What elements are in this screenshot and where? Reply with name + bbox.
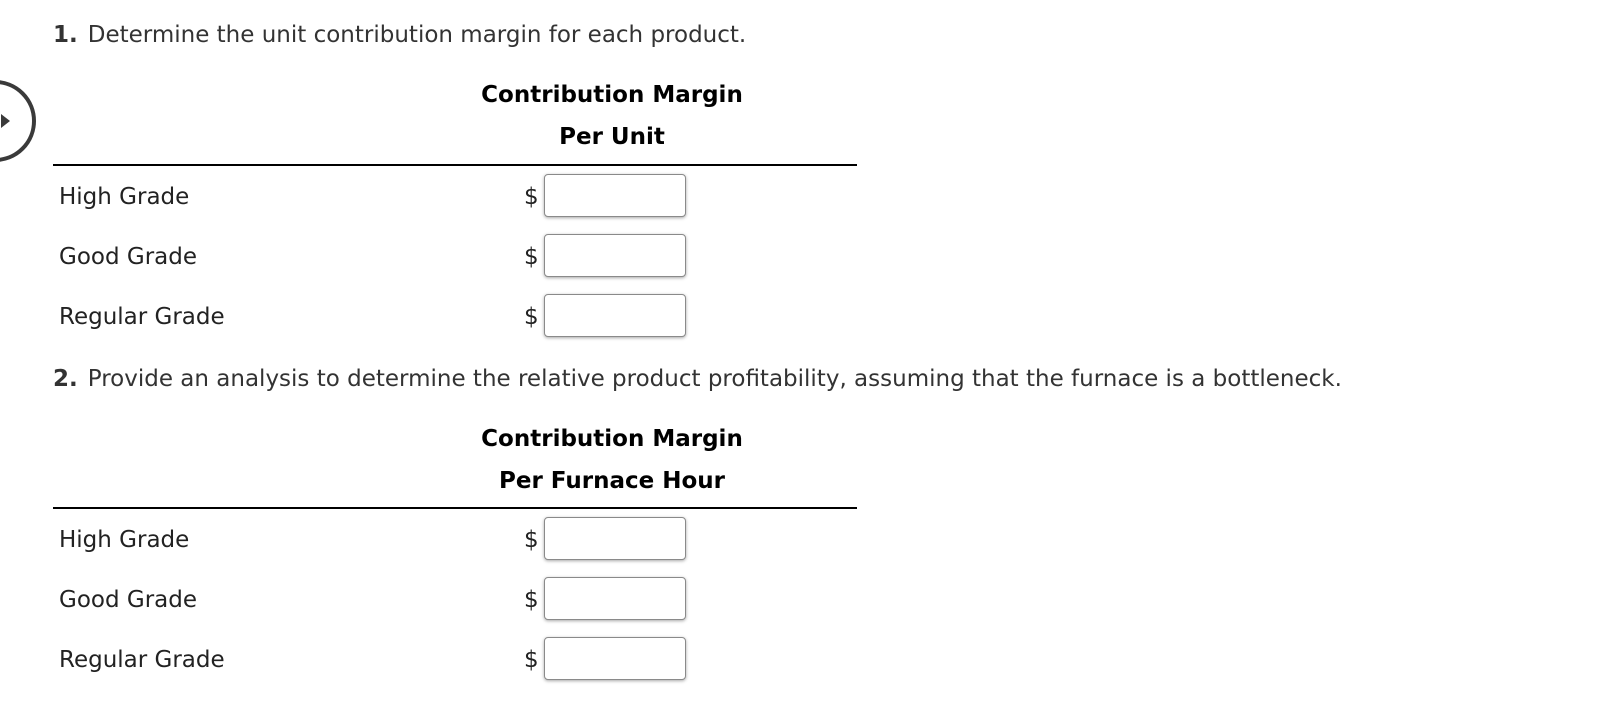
q2-column-header-line1: Contribution Margin xyxy=(481,426,743,452)
next-arrow-button[interactable] xyxy=(0,80,36,162)
question-2-text: Provide an analysis to determine the rel… xyxy=(87,366,1342,392)
q2-currency-symbol: $ xyxy=(524,587,539,613)
q1-header-divider xyxy=(53,164,857,166)
q2-currency-symbol: $ xyxy=(524,527,539,553)
q1-column-header-line2: Per Unit xyxy=(559,124,665,150)
q1-row-label-good-grade: Good Grade xyxy=(59,244,197,270)
question-1-number: 1. xyxy=(53,22,78,48)
q2-header-divider xyxy=(53,507,857,509)
q1-good-grade-input[interactable] xyxy=(544,234,686,277)
q1-regular-grade-input[interactable] xyxy=(544,294,686,337)
q2-row-label-high-grade: High Grade xyxy=(59,527,190,553)
q2-good-grade-input[interactable] xyxy=(544,577,686,620)
q2-regular-grade-input[interactable] xyxy=(544,637,686,680)
q1-currency-symbol: $ xyxy=(524,184,539,210)
question-2-number: 2. xyxy=(53,366,78,392)
q2-high-grade-input[interactable] xyxy=(544,517,686,560)
q2-currency-symbol: $ xyxy=(524,647,539,673)
q1-column-header-line1: Contribution Margin xyxy=(481,82,743,108)
q2-row-label-good-grade: Good Grade xyxy=(59,587,197,613)
q1-currency-symbol: $ xyxy=(524,244,539,270)
q2-row-label-regular-grade: Regular Grade xyxy=(59,647,225,673)
q1-row-label-regular-grade: Regular Grade xyxy=(59,304,225,330)
q1-row-label-high-grade: High Grade xyxy=(59,184,190,210)
q1-currency-symbol: $ xyxy=(524,304,539,330)
question-1-prompt: 1. Determine the unit contribution margin… xyxy=(53,21,746,49)
question-2-prompt: 2. Provide an analysis to determine the r… xyxy=(53,365,1342,393)
q2-column-header-line2: Per Furnace Hour xyxy=(499,468,725,494)
q1-high-grade-input[interactable] xyxy=(544,174,686,217)
arrow-right-icon xyxy=(1,114,10,128)
question-1-text: Determine the unit contribution margin f… xyxy=(87,22,747,48)
